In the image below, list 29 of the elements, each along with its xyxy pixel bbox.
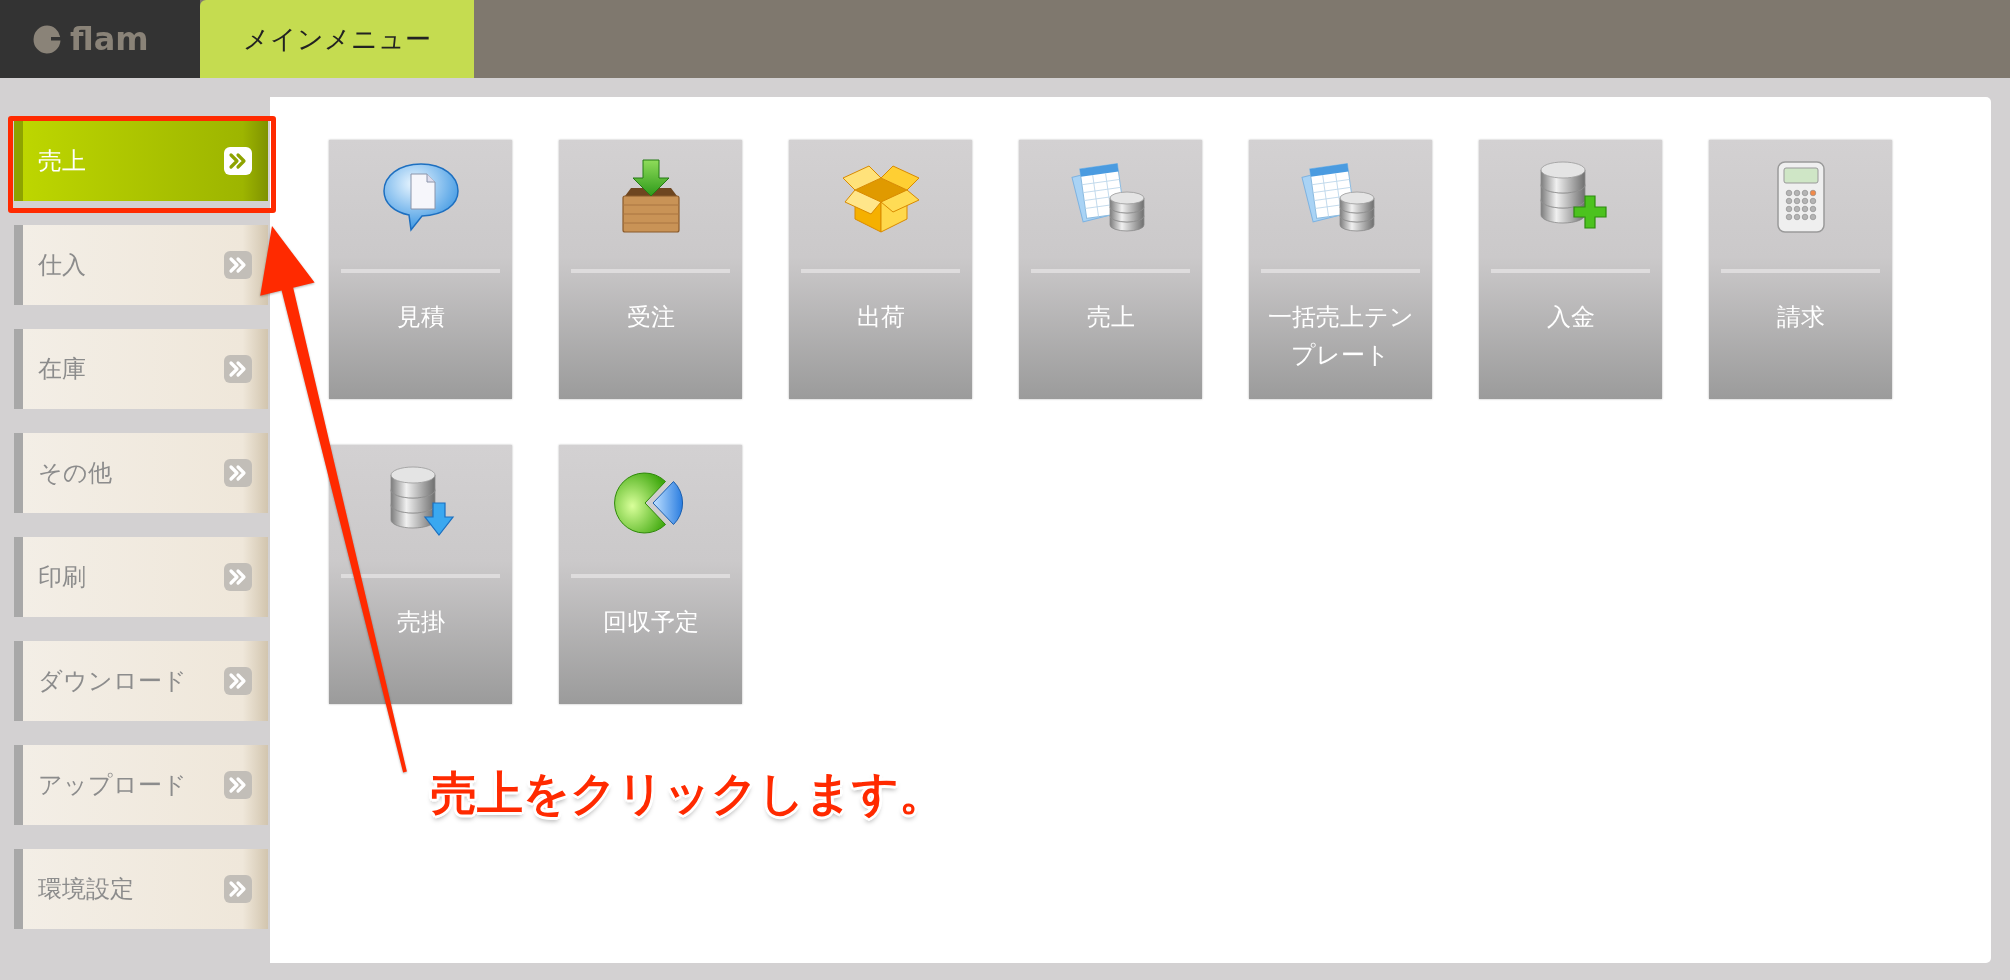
double-chevron-icon — [224, 147, 252, 175]
callout-text: 売上をクリックします。 — [431, 770, 945, 816]
menu-tile[interactable]: 請求 — [1709, 140, 1892, 399]
logo-text: flam — [70, 23, 149, 55]
sidebar-item[interactable]: ダウンロード — [14, 641, 268, 721]
menu-tile[interactable]: 一括売上テンプレート — [1249, 140, 1432, 399]
menu-tile[interactable]: 出荷 — [789, 140, 972, 399]
double-chevron-icon — [224, 563, 252, 591]
menu-tile[interactable]: 回収予定 — [559, 445, 742, 704]
sidebar-item[interactable]: 売上 — [14, 121, 268, 201]
menu-tile[interactable]: 入金 — [1479, 140, 1662, 399]
double-chevron-icon — [224, 875, 252, 903]
sidebar-item[interactable]: アップロード — [14, 745, 268, 825]
double-chevron-icon — [224, 251, 252, 279]
sidebar-item[interactable]: 仕入 — [14, 225, 268, 305]
sidebar-item[interactable]: 在庫 — [14, 329, 268, 409]
menu-tile[interactable]: 受注 — [559, 140, 742, 399]
sidebar-item[interactable]: その他 — [14, 433, 268, 513]
double-chevron-icon — [224, 667, 252, 695]
double-chevron-icon — [224, 459, 252, 487]
menu-tile[interactable]: 売掛 — [329, 445, 512, 704]
double-chevron-icon — [224, 355, 252, 383]
sidebar-item[interactable]: 環境設定 — [14, 849, 268, 929]
logo-icon — [33, 23, 61, 55]
menu-tile[interactable]: 見積 — [329, 140, 512, 399]
main-menu-tab[interactable]: メインメニュー — [200, 0, 474, 78]
menu-tile[interactable]: 売上 — [1019, 140, 1202, 399]
sidebar-item[interactable]: 印刷 — [14, 537, 268, 617]
double-chevron-icon — [224, 771, 252, 799]
